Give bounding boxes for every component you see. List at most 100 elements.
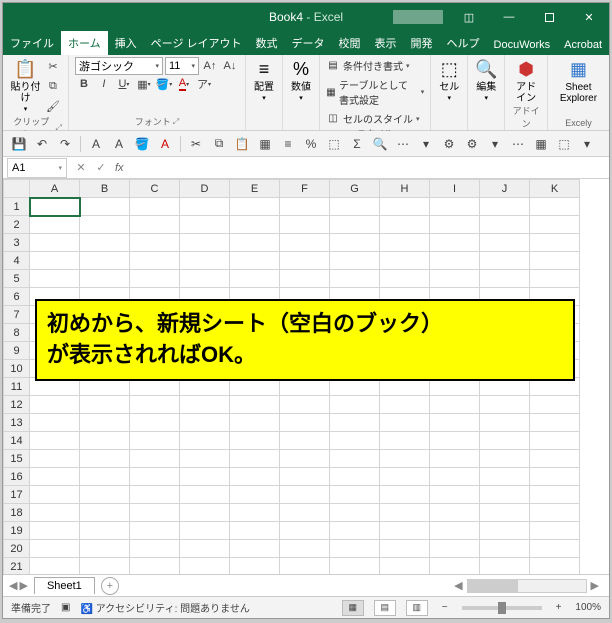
cell[interactable] xyxy=(30,252,80,270)
ribbon-options-icon[interactable]: ◫ xyxy=(449,3,489,31)
cell[interactable] xyxy=(180,468,230,486)
underline-button[interactable]: U▾ xyxy=(115,75,133,93)
cell[interactable] xyxy=(380,234,430,252)
cell[interactable] xyxy=(180,396,230,414)
cell[interactable] xyxy=(130,414,180,432)
qat-icon[interactable]: ⋯ xyxy=(393,134,413,154)
view-page-layout-button[interactable]: ▤ xyxy=(374,600,396,616)
cell[interactable] xyxy=(380,486,430,504)
cell[interactable] xyxy=(180,234,230,252)
name-box[interactable]: A1▾ xyxy=(7,158,67,178)
cell[interactable] xyxy=(80,414,130,432)
cell[interactable] xyxy=(430,504,480,522)
sheet-nav-prev-icon[interactable]: ◀ xyxy=(9,579,17,592)
cell[interactable] xyxy=(30,450,80,468)
cell[interactable] xyxy=(80,234,130,252)
cell[interactable] xyxy=(130,270,180,288)
cell[interactable] xyxy=(530,198,580,216)
cell[interactable] xyxy=(130,522,180,540)
sheet-nav-next-icon[interactable]: ▶ xyxy=(19,579,27,592)
cell[interactable] xyxy=(30,540,80,558)
cell[interactable] xyxy=(330,234,380,252)
column-header[interactable]: G xyxy=(330,180,380,198)
cell[interactable] xyxy=(280,234,330,252)
cell[interactable] xyxy=(530,396,580,414)
sheet-explorer-button[interactable]: ▦ Sheet Explorer xyxy=(554,57,603,104)
column-header[interactable]: D xyxy=(180,180,230,198)
qat-icon[interactable]: ▾ xyxy=(485,134,505,154)
cell[interactable] xyxy=(530,414,580,432)
cell[interactable] xyxy=(330,450,380,468)
cell[interactable] xyxy=(30,414,80,432)
row-header[interactable]: 6 xyxy=(4,288,30,306)
cell[interactable] xyxy=(230,432,280,450)
cell[interactable] xyxy=(180,558,230,575)
cell[interactable] xyxy=(80,216,130,234)
row-header[interactable]: 13 xyxy=(4,414,30,432)
cell[interactable] xyxy=(30,198,80,216)
font-name-select[interactable]: 游ゴシック▾ xyxy=(75,57,163,75)
cell[interactable] xyxy=(230,468,280,486)
cell[interactable] xyxy=(130,558,180,575)
column-header[interactable]: C xyxy=(130,180,180,198)
tab-formulas[interactable]: 数式 xyxy=(249,31,285,55)
cell[interactable] xyxy=(430,540,480,558)
tab-docuworks[interactable]: DocuWorks xyxy=(487,35,558,55)
qat-icon[interactable]: 📋 xyxy=(232,134,252,154)
row-header[interactable]: 10 xyxy=(4,360,30,378)
cell[interactable] xyxy=(130,540,180,558)
cell[interactable] xyxy=(430,558,480,575)
cell[interactable] xyxy=(80,558,130,575)
cell[interactable] xyxy=(480,522,530,540)
cell[interactable] xyxy=(530,216,580,234)
cell[interactable] xyxy=(380,270,430,288)
phonetic-button[interactable]: ア▾ xyxy=(195,75,213,93)
maximize-button[interactable] xyxy=(529,3,569,31)
cell[interactable] xyxy=(280,270,330,288)
cell[interactable] xyxy=(480,432,530,450)
qat-icon[interactable]: ⬚ xyxy=(324,134,344,154)
cell[interactable] xyxy=(530,558,580,575)
column-header[interactable]: E xyxy=(230,180,280,198)
undo-icon[interactable]: ↶ xyxy=(32,134,52,154)
cell[interactable] xyxy=(380,558,430,575)
cell[interactable] xyxy=(530,504,580,522)
cell[interactable] xyxy=(80,486,130,504)
cell[interactable] xyxy=(230,414,280,432)
cell[interactable] xyxy=(130,252,180,270)
cell[interactable] xyxy=(330,468,380,486)
cell[interactable] xyxy=(430,468,480,486)
cell[interactable] xyxy=(130,486,180,504)
row-header[interactable]: 15 xyxy=(4,450,30,468)
tab-acrobat[interactable]: Acrobat xyxy=(557,35,609,55)
cell[interactable] xyxy=(380,198,430,216)
row-header[interactable]: 3 xyxy=(4,234,30,252)
cell[interactable] xyxy=(480,396,530,414)
cell[interactable] xyxy=(80,522,130,540)
cell[interactable] xyxy=(380,414,430,432)
cell[interactable] xyxy=(430,486,480,504)
alignment-button[interactable]: ≡ 配置 ▾ xyxy=(252,57,276,102)
cell[interactable] xyxy=(530,234,580,252)
font-size-select[interactable]: 11▾ xyxy=(165,57,199,75)
cell[interactable] xyxy=(80,540,130,558)
cell[interactable] xyxy=(280,216,330,234)
new-sheet-button[interactable]: + xyxy=(101,577,119,595)
tab-developer[interactable]: 開発 xyxy=(404,31,440,55)
cell[interactable] xyxy=(530,540,580,558)
qat-icon[interactable]: ⋯ xyxy=(508,134,528,154)
cell[interactable] xyxy=(480,198,530,216)
view-page-break-button[interactable]: ▥ xyxy=(406,600,428,616)
cell[interactable] xyxy=(280,450,330,468)
scroll-right-icon[interactable]: ▶ xyxy=(587,579,603,592)
format-painter-button[interactable]: 🖌 xyxy=(44,97,62,115)
cell[interactable] xyxy=(280,396,330,414)
column-header[interactable]: B xyxy=(80,180,130,198)
cell[interactable] xyxy=(380,216,430,234)
column-header[interactable]: H xyxy=(380,180,430,198)
cancel-icon[interactable]: ✕ xyxy=(71,161,91,174)
cell[interactable] xyxy=(380,450,430,468)
cell[interactable] xyxy=(180,540,230,558)
formula-input[interactable] xyxy=(128,158,609,178)
cell[interactable] xyxy=(280,198,330,216)
